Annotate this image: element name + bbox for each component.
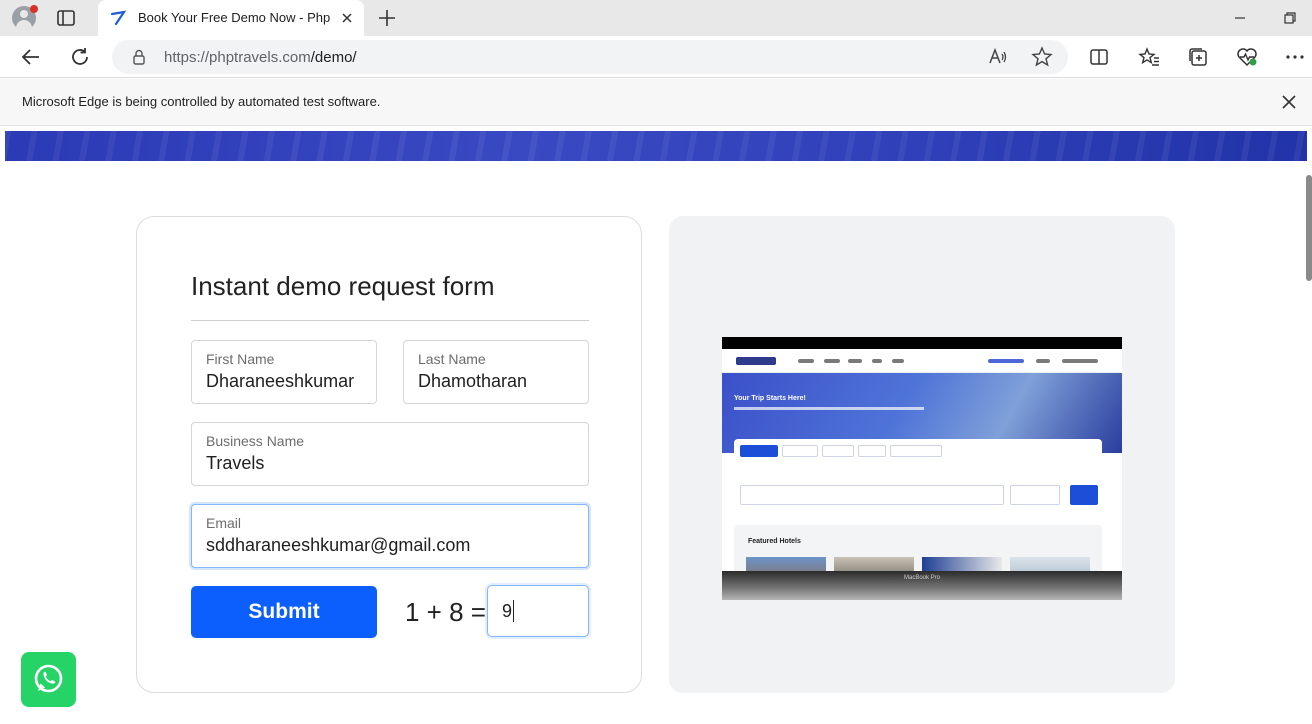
business-name-value: Travels xyxy=(206,453,265,473)
active-tab[interactable]: Book Your Free Demo Now - Php xyxy=(98,0,364,36)
more-menu-icon[interactable] xyxy=(1283,45,1307,69)
preview-nav-link xyxy=(872,359,882,363)
restore-window-icon[interactable] xyxy=(1280,8,1300,28)
header-banner xyxy=(5,131,1307,161)
business-name-field[interactable]: Business Name Travels xyxy=(191,422,589,486)
preview-hero-subtitle xyxy=(734,407,924,410)
last-name-value: Dhamotharan xyxy=(418,371,528,391)
preview-hotel-image xyxy=(746,557,826,571)
close-tab-icon[interactable] xyxy=(338,9,356,27)
tab-actions-icon[interactable] xyxy=(56,8,76,28)
preview-hotel-image xyxy=(1010,557,1090,571)
preview-tab xyxy=(740,445,778,457)
preview-language xyxy=(988,359,1024,363)
preview-tab xyxy=(782,445,818,457)
last-name-label: Last Name xyxy=(418,351,486,367)
browser-toolbar: https://phptravels.com/demo/ xyxy=(0,36,1312,78)
laptop-preview-image: Your Trip Starts Here! Featured Hotels M… xyxy=(722,337,1122,600)
browser-essentials-icon[interactable] xyxy=(1235,45,1259,69)
captcha-question: 1 + 8 = xyxy=(405,597,486,627)
read-aloud-icon[interactable] xyxy=(986,45,1010,69)
favorites-icon[interactable] xyxy=(1137,45,1161,69)
preview-currency xyxy=(1036,359,1050,363)
refresh-icon[interactable] xyxy=(68,45,92,69)
preview-search-fields xyxy=(740,485,1004,505)
preview-navbar xyxy=(722,349,1122,373)
preview-tab xyxy=(822,445,854,457)
preview-hotel-image xyxy=(922,557,1002,571)
profile-notification-dot xyxy=(30,5,38,13)
form-divider xyxy=(191,320,589,321)
captcha-answer-input[interactable]: 9 xyxy=(487,585,589,637)
favorite-star-icon[interactable] xyxy=(1030,45,1054,69)
first-name-label: First Name xyxy=(206,351,275,367)
page-scrollbar[interactable] xyxy=(1306,175,1312,281)
first-name-value: Dharaneeshkumar xyxy=(206,371,355,391)
email-value: sddharaneeshkumar@gmail.com xyxy=(206,535,471,555)
url-host: https://phptravels.com xyxy=(164,49,311,66)
back-icon[interactable] xyxy=(19,45,43,69)
tab-strip: Book Your Free Demo Now - Php xyxy=(0,0,1312,36)
email-field[interactable]: Email sddharaneeshkumar@gmail.com xyxy=(191,504,589,568)
preview-search-panel xyxy=(734,439,1102,519)
form-title: Instant demo request form xyxy=(191,271,495,301)
submit-button[interactable]: Submit xyxy=(191,586,377,638)
page-content: Instant demo request form First Name Dha… xyxy=(0,127,1312,724)
infobar-message: Microsoft Edge is being controlled by au… xyxy=(22,94,381,109)
business-name-label: Business Name xyxy=(206,433,305,449)
preview-search-button xyxy=(1070,485,1098,505)
text-caret xyxy=(513,600,514,622)
phptravels-favicon-icon xyxy=(110,10,127,26)
preview-nav-link xyxy=(824,359,840,363)
tab-title: Book Your Free Demo Now - Php xyxy=(138,10,330,25)
collections-icon[interactable] xyxy=(1186,45,1210,69)
preview-nav-link xyxy=(892,359,904,363)
new-tab-icon[interactable] xyxy=(376,7,398,29)
url-text[interactable]: https://phptravels.com/demo/ xyxy=(164,49,357,66)
last-name-field[interactable]: Last Name Dhamotharan xyxy=(403,340,589,404)
preview-featured-hotels: Featured Hotels xyxy=(734,525,1102,571)
preview-nav-link xyxy=(848,359,862,363)
preview-tab xyxy=(858,445,886,457)
preview-travellers xyxy=(1010,485,1060,505)
email-label: Email xyxy=(206,515,242,531)
preview-featured-title: Featured Hotels xyxy=(748,538,801,545)
whatsapp-chat-button[interactable] xyxy=(21,652,76,707)
minimize-window-icon[interactable] xyxy=(1230,8,1250,28)
preview-tab xyxy=(890,445,942,457)
automation-infobar: Microsoft Edge is being controlled by au… xyxy=(0,79,1312,126)
laptop-label: MacBook Pro xyxy=(903,575,940,581)
whatsapp-icon xyxy=(34,664,63,693)
preview-hero-title: Your Trip Starts Here! xyxy=(734,395,806,402)
lock-icon[interactable] xyxy=(130,48,148,66)
address-bar[interactable]: https://phptravels.com/demo/ xyxy=(112,40,1068,74)
product-preview-card: Your Trip Starts Here! Featured Hotels M… xyxy=(669,216,1175,693)
url-path: /demo/ xyxy=(310,49,357,66)
preview-logo xyxy=(736,357,776,365)
close-infobar-icon[interactable] xyxy=(1279,92,1299,112)
preview-nav-link xyxy=(798,359,814,363)
split-screen-icon[interactable] xyxy=(1087,45,1111,69)
laptop-screen: Your Trip Starts Here! Featured Hotels xyxy=(722,349,1122,571)
preview-account xyxy=(1062,359,1098,363)
demo-request-form: Instant demo request form First Name Dha… xyxy=(136,216,642,693)
captcha-answer-value: 9 xyxy=(502,601,513,621)
first-name-field[interactable]: First Name Dharaneeshkumar xyxy=(191,340,377,404)
preview-hotel-image xyxy=(834,557,914,571)
